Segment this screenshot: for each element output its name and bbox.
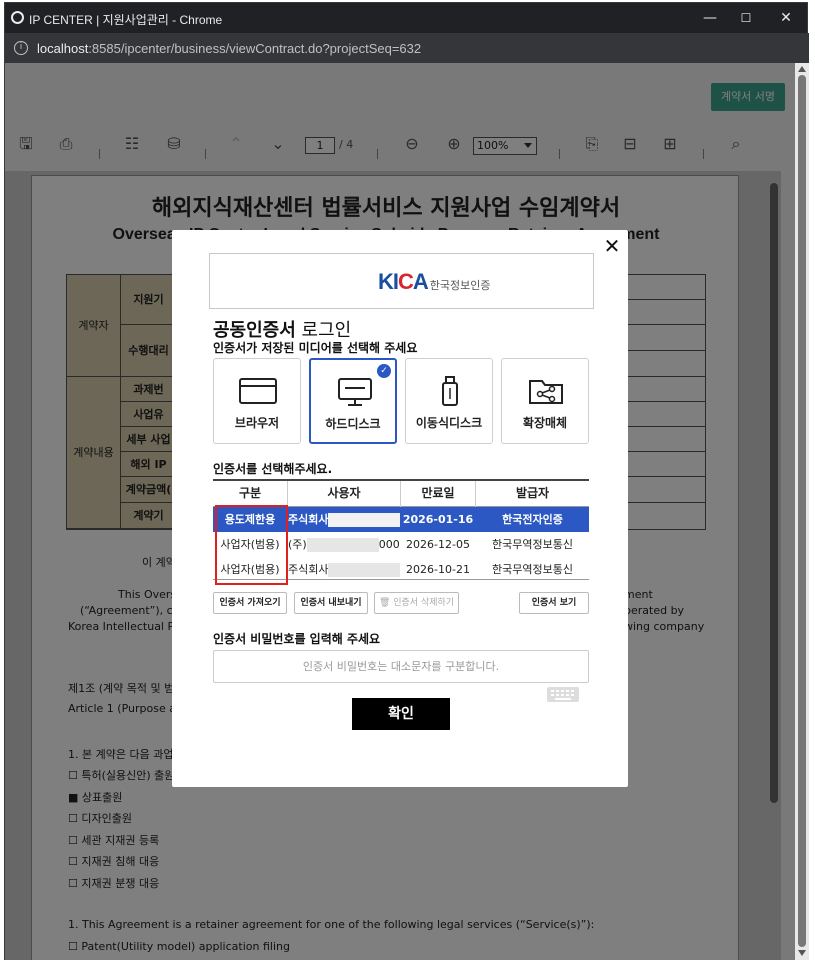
- media-extension[interactable]: 확장매체: [501, 358, 589, 444]
- close-icon[interactable]: ✕: [602, 236, 622, 256]
- password-prompt: 인증서 비밀번호를 입력해 주세요: [213, 632, 381, 646]
- media-prompt: 인증서가 저장된 미디어를 선택해 주세요: [213, 341, 418, 355]
- url-text[interactable]: localhost:8585/ipcenter/business/viewCon…: [37, 41, 421, 56]
- share-folder-icon: [529, 380, 563, 404]
- media-browser[interactable]: 브라우저: [213, 358, 301, 444]
- usb-icon: [442, 376, 458, 406]
- cert-table-header: 구분 사용자 만료일 발급자: [213, 481, 589, 507]
- page-scrollbar[interactable]: [795, 63, 809, 960]
- keyboard-icon[interactable]: [547, 687, 579, 702]
- maximize-button[interactable]: ☐: [731, 7, 761, 29]
- cert-login-modal: ✕ KICA 한국정보인증 공동인증서 로그인 인증서가 저장된 미디어를 선택해…: [172, 230, 628, 787]
- chrome-icon: [11, 11, 24, 24]
- col-issuer: 발급자: [515, 486, 550, 500]
- import-cert-button[interactable]: 인증서 가져오기: [213, 592, 287, 614]
- media-removable[interactable]: 이동식디스크: [405, 358, 493, 444]
- title-bar: IP CENTER | 지원사업관리 - Chrome — ☐ ✕: [5, 3, 809, 33]
- address-bar[interactable]: i localhost:8585/ipcenter/business/viewC…: [5, 33, 809, 63]
- info-icon[interactable]: i: [14, 41, 28, 55]
- view-cert-button[interactable]: 인증서 보기: [519, 592, 589, 614]
- minimize-button[interactable]: —: [695, 7, 725, 29]
- check-icon: ✓: [377, 364, 391, 378]
- password-input[interactable]: 인증서 비밀번호는 대소문자를 구분합니다.: [213, 650, 589, 683]
- window-title: IP CENTER | 지원사업관리 - Chrome: [29, 13, 223, 27]
- col-type: 구분: [238, 486, 262, 500]
- browser-icon: [239, 378, 277, 404]
- logo-banner: KICA 한국정보인증: [209, 253, 594, 309]
- delete-cert-button[interactable]: 🗑 인증서 삭제하기: [374, 592, 459, 614]
- annotation-highlight: [215, 505, 288, 585]
- monitor-icon: [338, 378, 372, 406]
- media-harddisk[interactable]: ✓ 하드디스크: [309, 358, 397, 444]
- close-window-button[interactable]: ✕: [771, 7, 801, 29]
- confirm-button[interactable]: 확인: [352, 698, 450, 730]
- col-user: 사용자: [327, 486, 361, 500]
- export-cert-button[interactable]: 인증서 내보내기: [294, 592, 368, 614]
- cert-prompt: 인증서를 선택해주세요.: [213, 462, 333, 476]
- col-expiry: 만료일: [421, 486, 455, 500]
- kica-logo: KICA 한국정보인증: [378, 269, 491, 294]
